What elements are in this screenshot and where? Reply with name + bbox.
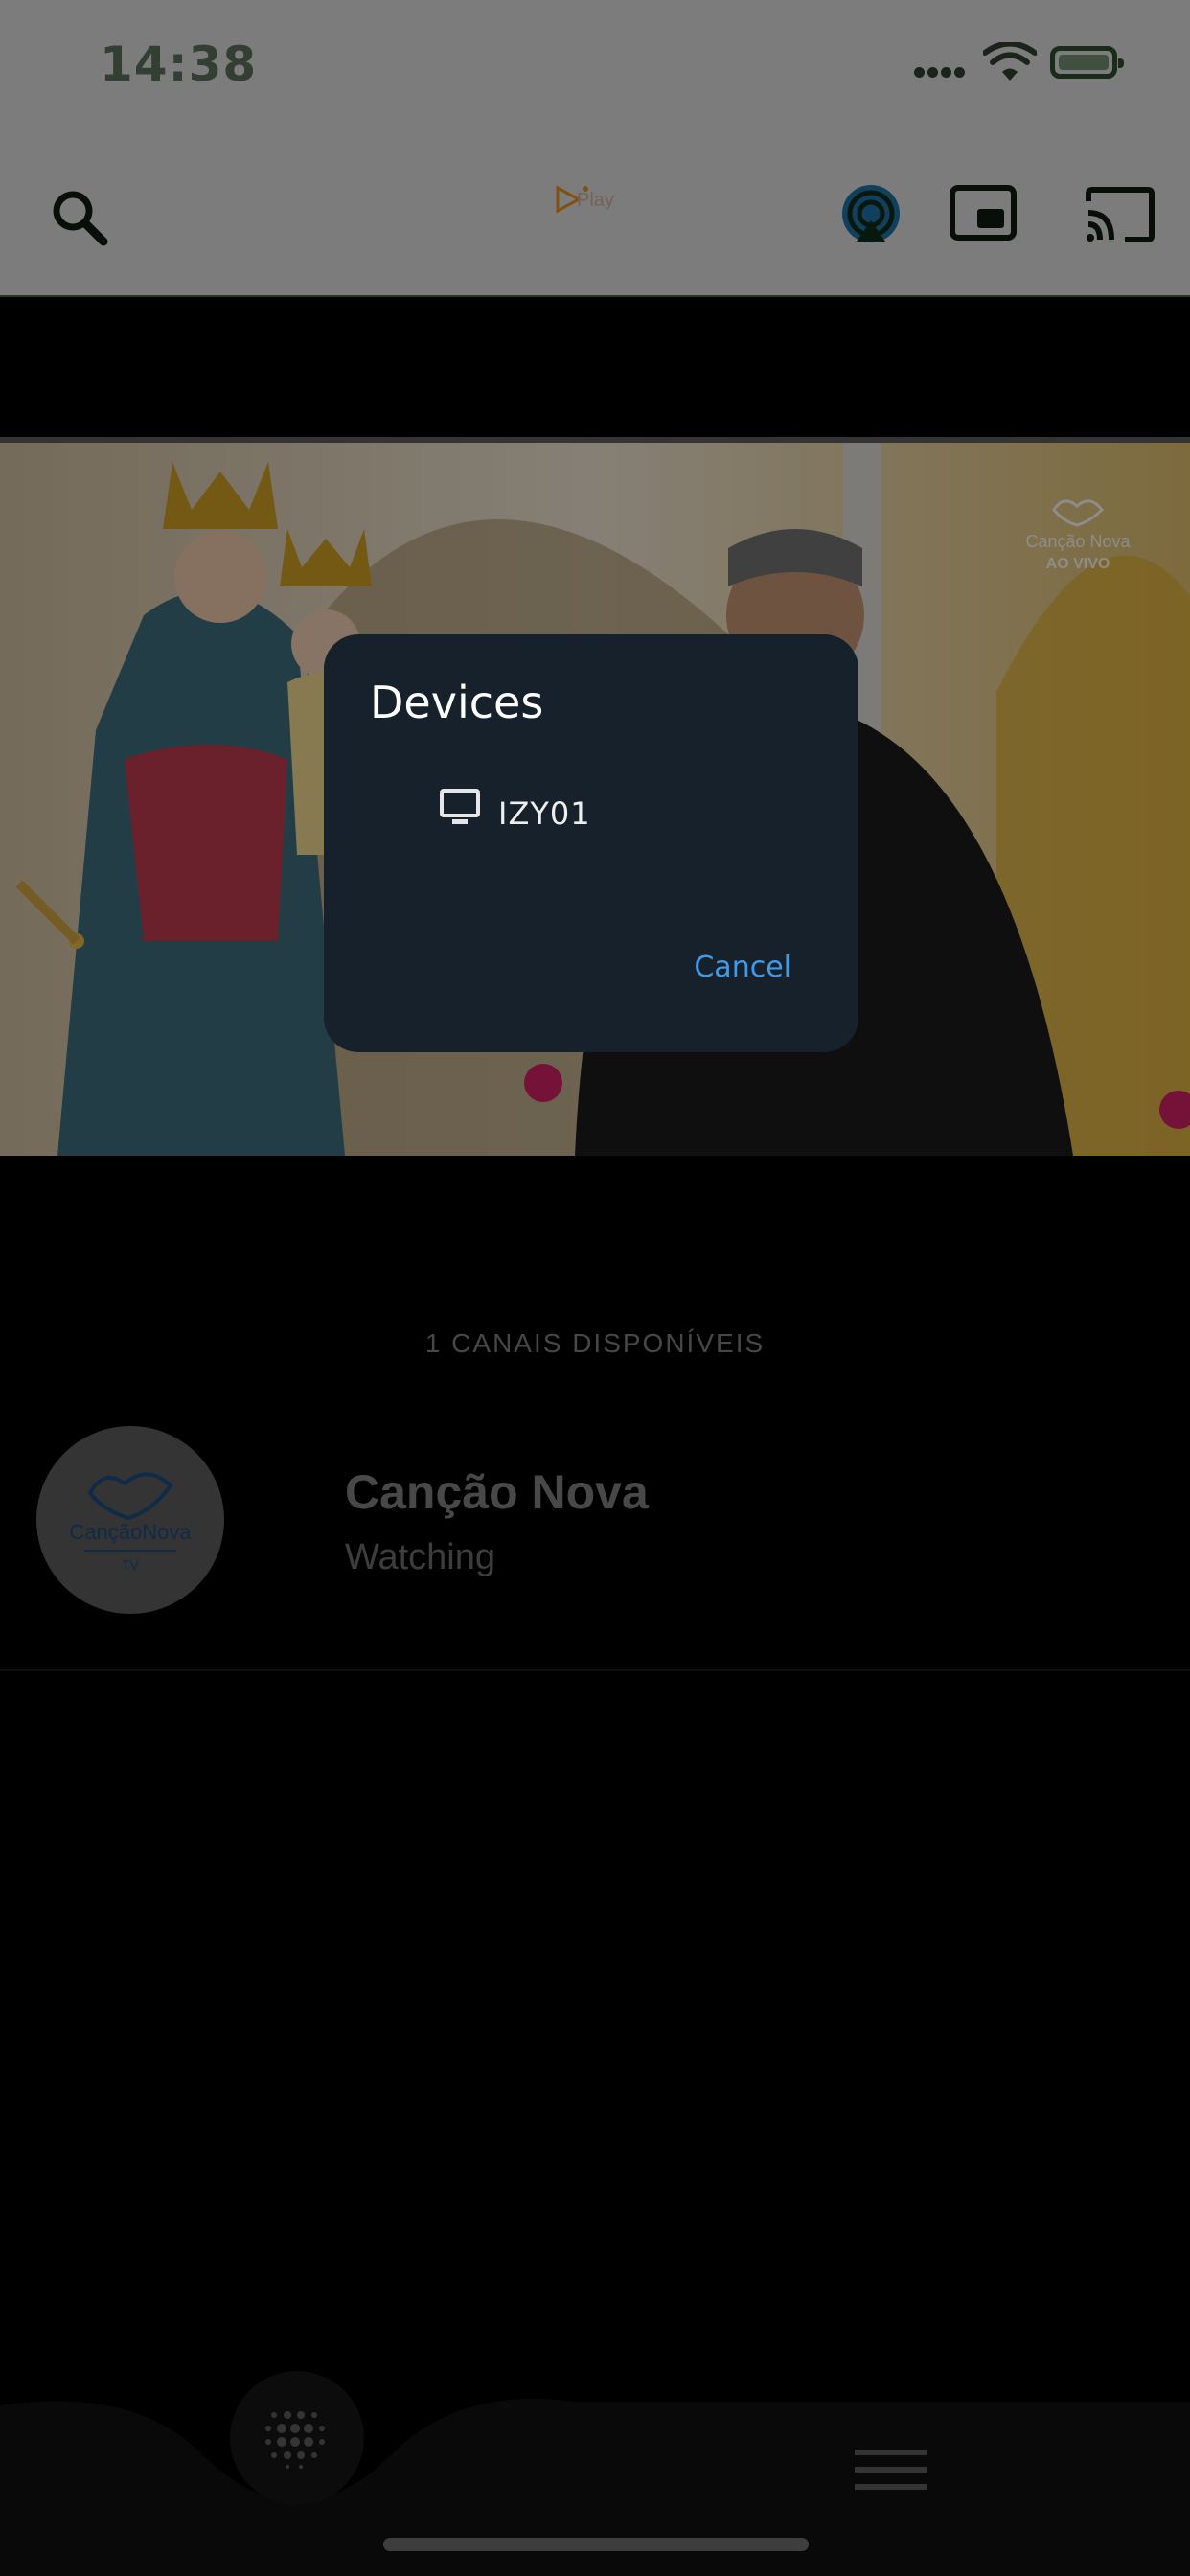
status-time: 14:38: [100, 36, 258, 92]
list-divider: [0, 1669, 1190, 1671]
watermark-brand: Canção Nova: [1025, 532, 1131, 551]
airplay-icon[interactable]: [839, 182, 903, 250]
channel-status: Watching: [345, 1537, 495, 1577]
app-toolbar: Play: [0, 144, 1190, 297]
cellular-signal-icon: [914, 65, 968, 82]
logo-sub: TV: [122, 1557, 140, 1573]
black-spacer: [0, 297, 1190, 439]
home-indicator[interactable]: [383, 2538, 809, 2551]
cancel-button[interactable]: Cancel: [694, 951, 791, 984]
cast-icon[interactable]: [1085, 186, 1156, 248]
dialog-title: Devices: [370, 677, 544, 728]
logo-wordmark: CançãoNova: [69, 1520, 192, 1544]
heart-hand-logo-icon: [1052, 499, 1104, 527]
device-item[interactable]: IZY01: [400, 788, 784, 845]
cancao-nova-logo: CançãoNova TV: [69, 1472, 192, 1573]
tv-monitor-icon: [439, 788, 481, 833]
watermark-live: AO VIVO: [1045, 556, 1110, 572]
channel-title: Canção Nova: [345, 1465, 649, 1519]
devices-dialog: Devices IZY01 Cancel: [324, 634, 858, 1052]
device-name: IZY01: [498, 795, 591, 832]
battery-icon: [1050, 46, 1124, 79]
menu-icon[interactable]: [853, 2446, 929, 2500]
status-bar: 14:38: [0, 0, 1190, 144]
channels-heading: 1 CANAIS DISPONÍVEIS: [424, 1328, 766, 1358]
channel-watermark: Canção Nova AO VIVO: [1025, 493, 1131, 573]
dot-grid-icon[interactable]: [230, 2371, 364, 2505]
wifi-icon: [982, 40, 1038, 87]
app-logo-text: Play: [577, 190, 614, 211]
channel-avatar: CançãoNova TV: [36, 1426, 224, 1614]
search-icon[interactable]: [50, 188, 109, 252]
picture-in-picture-icon[interactable]: [949, 184, 1018, 246]
